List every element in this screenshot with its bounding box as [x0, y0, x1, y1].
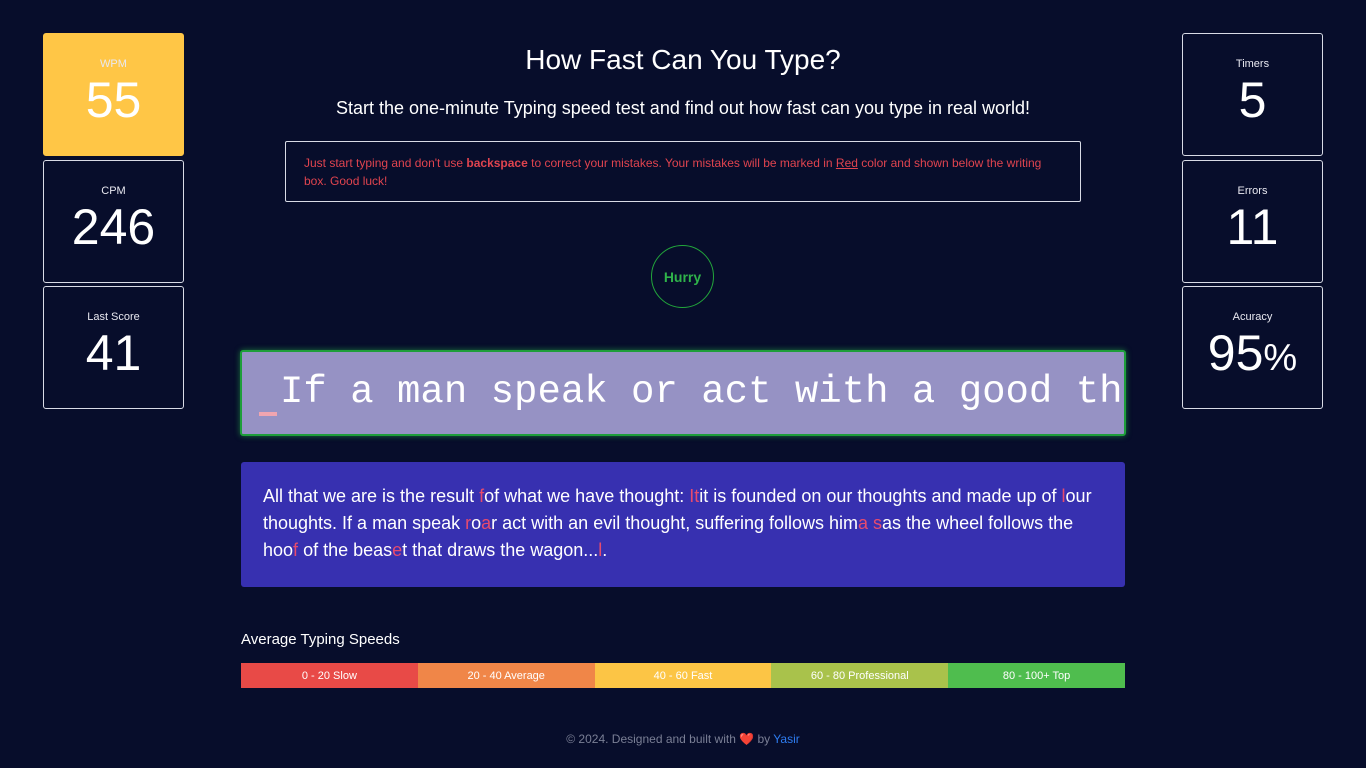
speed-segment: 80 - 100+ Top [948, 663, 1125, 688]
result-text-segment: r act with an evil thought, suffering fo… [491, 513, 859, 533]
errors-card: Errors 11 [1182, 160, 1323, 283]
cpm-label: CPM [101, 185, 126, 197]
average-speeds-label: Average Typing Speeds [241, 631, 400, 648]
author-link[interactable]: Yasir [773, 732, 799, 746]
instructions-bold: backspace [466, 156, 528, 170]
footer-prefix: © 2024. Designed and built with [566, 732, 740, 746]
last-score-value: 41 [85, 325, 142, 381]
speed-segment: 40 - 60 Fast [594, 663, 772, 688]
speed-segment: 20 - 40 Average [417, 663, 595, 688]
result-text-segment: o [471, 513, 482, 533]
instructions-underline: Red [835, 156, 858, 170]
heart-icon: ❤️ [739, 732, 755, 746]
result-text-segment: of the beas [298, 540, 393, 560]
result-text-segment: of what we have thought: [484, 486, 690, 506]
typing-text: If a man speak or act with a good though… [280, 370, 1124, 414]
page-subtitle: Start the one-minute Typing speed test a… [335, 98, 1031, 118]
speed-segment: 0 - 20 Slow [241, 663, 418, 688]
error-char: It [689, 486, 700, 506]
error-char: a [858, 513, 869, 533]
result-text-segment: All that we are is the result [263, 486, 480, 506]
accuracy-value: 95% [1183, 327, 1322, 384]
typing-cursor [259, 412, 277, 416]
errors-value: 11 [1226, 199, 1279, 255]
last-score-label: Last Score [87, 311, 140, 323]
accuracy-card: Acuracy 95% [1182, 286, 1323, 409]
instructions-text-2: to correct your mistakes. Your mistakes … [527, 156, 836, 170]
footer: © 2024. Designed and built with ❤️ by Ya… [0, 732, 1366, 746]
hurry-indicator: Hurry [651, 245, 714, 308]
typing-input-box[interactable]: If a man speak or act with a good though… [240, 350, 1126, 436]
accuracy-label: Acuracy [1232, 311, 1273, 323]
result-text-segment: it is founded on our thoughts and made u… [699, 486, 1062, 506]
instructions-text-1: Just start typing and don't use [304, 156, 467, 170]
error-char: a [481, 513, 492, 533]
hurry-label: Hurry [663, 268, 702, 285]
instructions-box: Just start typing and don't use backspac… [285, 141, 1081, 202]
footer-by: by [754, 732, 774, 746]
result-text-segment: t that draws the wagon... [402, 540, 599, 560]
last-score-card: Last Score 41 [43, 286, 184, 409]
page-title: How Fast Can You Type? [525, 44, 841, 75]
cpm-value: 246 [71, 199, 156, 255]
error-char: s [873, 513, 883, 533]
cpm-card: CPM 246 [43, 160, 184, 283]
error-char: e [392, 540, 403, 560]
accuracy-unit: % [1263, 337, 1298, 379]
result-text-segment: . [602, 540, 608, 560]
speed-scale: 0 - 20 Slow 20 - 40 Average 40 - 60 Fast 60… [241, 663, 1125, 688]
result-text-box: All that we are is the result fof what w… [241, 462, 1125, 587]
errors-label: Errors [1237, 185, 1268, 197]
speed-segment: 60 - 80 Professional [771, 663, 949, 688]
accuracy-number: 95 [1207, 325, 1264, 381]
